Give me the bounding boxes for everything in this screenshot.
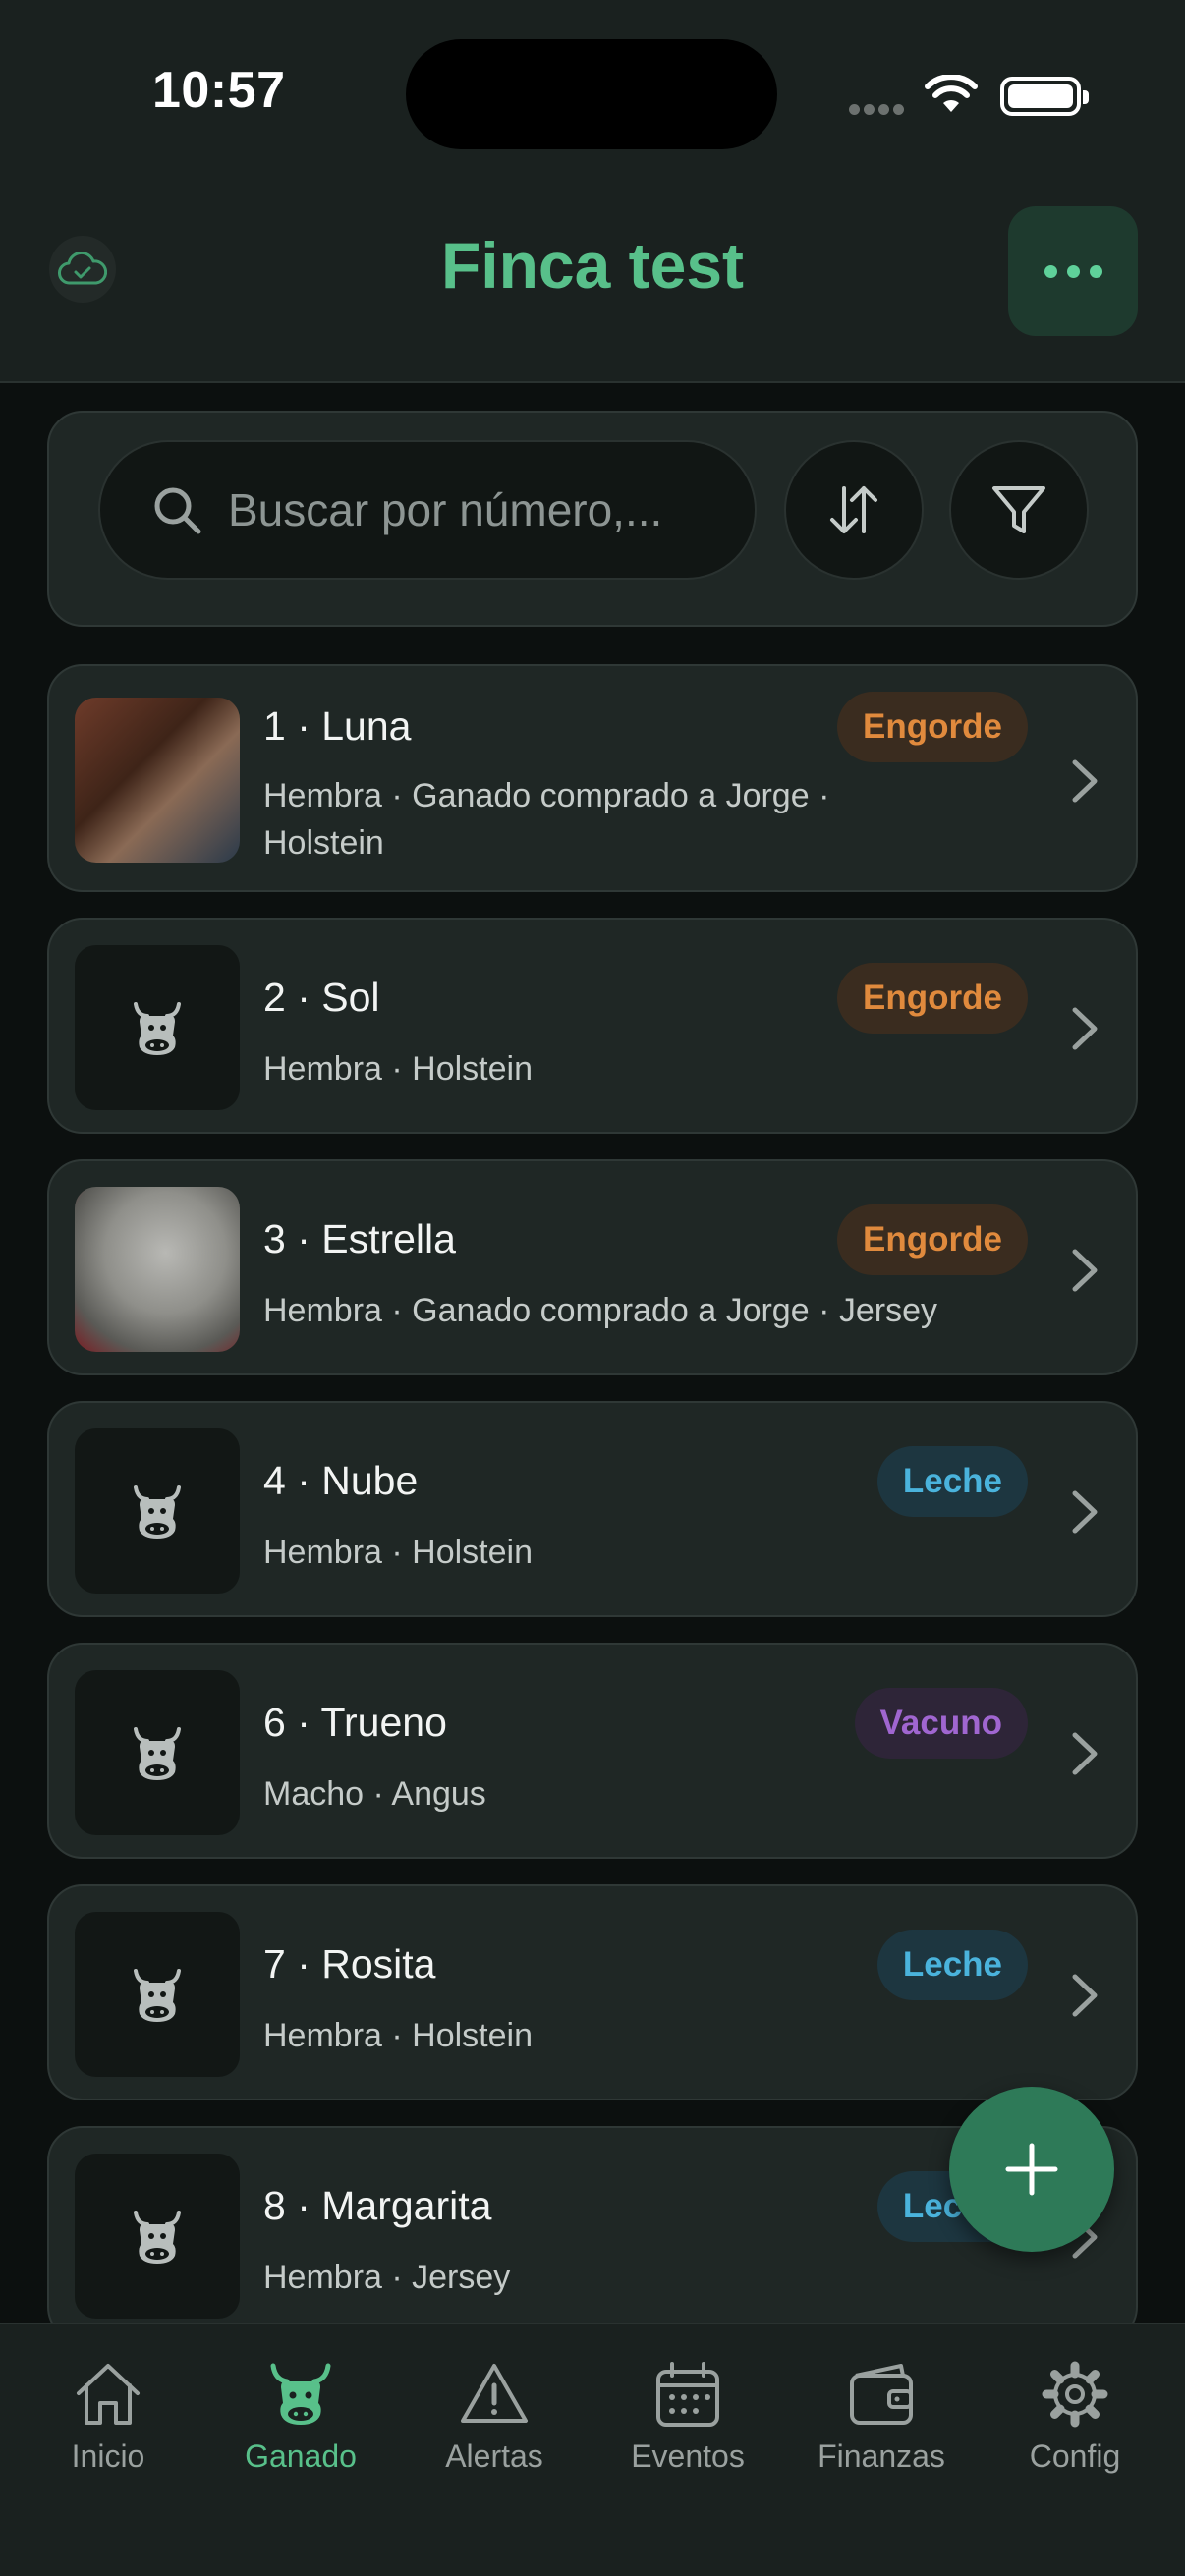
chevron-right-icon [1072,1490,1098,1534]
tab-alertas[interactable]: Alertas [401,2360,588,2475]
tab-config[interactable]: Config [982,2360,1168,2475]
animal-subtitle: Macho · Angus [263,1775,486,1813]
animal-subtitle: Hembra · Holstein [263,1534,533,1571]
warning-icon [461,2364,528,2423]
tab-inicio[interactable]: Inicio [15,2360,201,2475]
animal-placeholder [75,2154,240,2319]
tab-label: Alertas [445,2438,543,2474]
tab-ganado[interactable]: Ganado [207,2360,394,2475]
animal-photo [75,698,240,863]
animal-subtitle: Hembra · Holstein [263,2017,533,2054]
chevron-right-icon [1072,1732,1098,1775]
search-icon [154,487,201,534]
animal-card[interactable]: 7 · Rosita Leche Hembra · Holstein [47,1884,1138,2100]
category-badge: Engorde [837,692,1028,762]
animal-title: 2 · Sol [263,975,380,1020]
animal-card[interactable]: 2 · Sol Engorde Hembra · Holstein [47,918,1138,1134]
status-bar: 10:57 [0,0,1185,187]
tab-label: Eventos [631,2438,745,2474]
more-options-button[interactable] [1008,206,1138,336]
animal-placeholder [75,1428,240,1594]
search-input[interactable] [228,483,719,536]
cow-icon [134,2211,181,2264]
animal-card[interactable]: 4 · Nube Leche Hembra · Holstein [47,1401,1138,1617]
tab-finanzas[interactable]: Finanzas [788,2360,975,2475]
bottom-tab-bar: Inicio Ganado Alertas Eventos Finanzas C… [0,2323,1185,2576]
chevron-right-icon [1072,1974,1098,2017]
chevron-right-icon [1072,1249,1098,1292]
animal-card[interactable]: 6 · Trueno Vacuno Macho · Angus [47,1643,1138,1859]
app-screen: 10:57 Finca test Buscar por número,... 1… [0,0,1185,2576]
animal-placeholder [75,945,240,1110]
animal-title: 4 · Nube [263,1458,419,1503]
more-dot-icon [1066,264,1080,278]
cellular-signal-icon [849,102,908,120]
animal-title: 6 · Trueno [263,1700,447,1745]
cow-icon [134,1485,181,1539]
more-dot-icon [1089,264,1102,278]
app-header: Finca test [0,187,1185,383]
animal-subtitle: Hembra · Ganado comprado a Jorge · Jerse… [263,1292,937,1329]
filter-button[interactable] [949,440,1089,580]
category-badge: Engorde [837,963,1028,1034]
category-badge: Leche [876,1446,1028,1517]
category-badge: Vacuno [854,1688,1028,1759]
animal-subtitle: Hembra · Ganado comprado a Jorge · Holst… [263,777,830,862]
search-panel [47,411,1138,627]
wifi-icon [925,75,978,112]
animal-title: 7 · Rosita [263,1941,436,1987]
animal-card[interactable]: 1 · Luna Engorde Hembra · Ganado comprad… [47,664,1138,892]
animal-placeholder [75,1912,240,2077]
animal-subtitle: Hembra · Jersey [263,2259,511,2296]
gear-icon [1042,2361,1108,2428]
sort-arrows-icon [830,486,877,533]
cow-icon [134,1002,181,1055]
category-badge: Leche [876,1930,1028,2000]
animal-photo [75,1187,240,1352]
calendar-icon [656,2362,719,2427]
battery-icon [1000,77,1089,116]
chevron-right-icon [1072,1007,1098,1050]
wallet-icon [850,2364,913,2425]
tab-label: Ganado [245,2438,357,2474]
animal-card[interactable]: 3 · Estrella Engorde Hembra · Ganado com… [47,1159,1138,1375]
category-badge: Engorde [837,1204,1028,1275]
home-icon [77,2364,140,2425]
tab-eventos[interactable]: Eventos [594,2360,781,2475]
filter-funnel-icon [992,486,1045,533]
status-time: 10:57 [152,62,286,119]
animal-title: 3 · Estrella [263,1216,456,1261]
dynamic-island [406,39,777,149]
tab-label: Config [1029,2438,1121,2474]
chevron-right-icon [1072,759,1098,803]
plus-icon [1005,2143,1058,2196]
animal-subtitle: Hembra · Holstein [263,1050,533,1088]
more-dot-icon [1044,264,1057,278]
add-animal-button[interactable] [949,2087,1114,2252]
sort-button[interactable] [784,440,924,580]
tab-label: Inicio [71,2438,145,2474]
search-field[interactable] [98,440,757,580]
animal-title: 1 · Luna [263,703,412,749]
cow-icon [134,1727,181,1780]
tab-label: Finanzas [818,2438,945,2474]
cow-icon [134,1969,181,2022]
cow-icon [270,2363,331,2425]
animal-title: 8 · Margarita [263,2183,492,2228]
animal-placeholder [75,1670,240,1835]
